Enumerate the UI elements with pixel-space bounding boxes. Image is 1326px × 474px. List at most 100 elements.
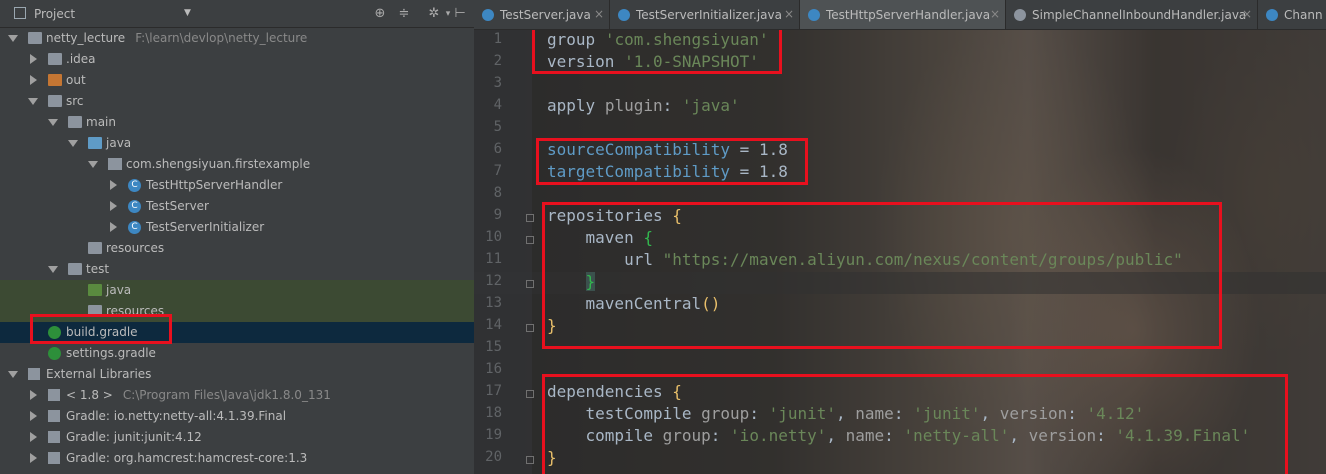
- expand-arrow-icon[interactable]: [48, 119, 58, 126]
- expand-arrow-icon[interactable]: [28, 98, 38, 105]
- line-number-gutter: 1 2 3 4 5 6 7 8 9 10 11 12 13 14 15 16 1…: [474, 30, 532, 474]
- tab-simplechannelinboundhandler[interactable]: SimpleChannelInboundHandler.java ×: [1006, 0, 1258, 29]
- jdk-icon: [48, 389, 60, 401]
- tree-item-external-libraries[interactable]: External Libraries: [0, 364, 474, 385]
- collapse-arrow-icon[interactable]: [30, 75, 37, 85]
- class-icon: [1014, 9, 1026, 21]
- library-icon: [48, 452, 60, 464]
- class-icon: [482, 9, 494, 21]
- project-panel-title[interactable]: Project: [34, 7, 75, 21]
- test-folder-icon: [88, 284, 102, 296]
- fold-marker-icon[interactable]: [526, 214, 534, 222]
- class-icon: [808, 9, 820, 21]
- tab-label: SimpleChannelInboundHandler.java: [1032, 8, 1247, 22]
- library-icon: [48, 431, 60, 443]
- tree-item-testserverinitializer[interactable]: C TestServerInitializer: [0, 217, 474, 238]
- gradle-icon: [48, 326, 61, 339]
- close-icon[interactable]: ×: [784, 7, 794, 21]
- tree-item-main-java[interactable]: java: [0, 133, 474, 154]
- tree-item-label: src: [66, 94, 84, 108]
- tree-item-test-resources[interactable]: resources: [0, 301, 474, 322]
- expand-arrow-icon[interactable]: [48, 266, 58, 273]
- tab-chann[interactable]: Chann: [1258, 0, 1326, 29]
- tree-item-package[interactable]: com.shengsiyuan.firstexample: [0, 154, 474, 175]
- line-number: 15: [485, 339, 502, 355]
- tree-item-test-java[interactable]: java: [0, 280, 474, 301]
- tab-label: TestServerInitializer.java: [636, 8, 782, 22]
- locate-icon[interactable]: ⊕: [372, 6, 388, 22]
- tree-item-label: TestHttpServerHandler: [146, 178, 283, 192]
- fold-marker-icon[interactable]: [526, 324, 534, 332]
- line-number: 14: [485, 317, 502, 333]
- expand-arrow-icon[interactable]: [88, 161, 98, 168]
- tree-item-build-gradle[interactable]: build.gradle: [0, 322, 474, 343]
- code-line-9: repositories {: [547, 206, 682, 225]
- fold-marker-icon[interactable]: [526, 456, 534, 464]
- tree-item-main[interactable]: main: [0, 112, 474, 133]
- tree-item-label: netty_lecture: [46, 31, 126, 45]
- tree-item-label: test: [86, 262, 110, 276]
- code-line-17: dependencies {: [547, 382, 682, 401]
- code-line-11: url "https://maven.aliyun.com/nexus/cont…: [624, 250, 1183, 269]
- close-icon[interactable]: ×: [594, 7, 604, 21]
- code-editor[interactable]: 1 2 3 4 5 6 7 8 9 10 11 12 13 14 15 16 1…: [474, 30, 1326, 474]
- tree-item-idea[interactable]: .idea: [0, 49, 474, 70]
- tree-item-jdk[interactable]: < 1.8 > C:\Program Files\Java\jdk1.8.0_13…: [0, 385, 474, 406]
- editor-tab-bar: TestServer.java × TestServerInitializer.…: [474, 0, 1326, 30]
- folder-icon: [68, 116, 82, 128]
- collapse-arrow-icon[interactable]: [110, 180, 117, 190]
- tree-item-lib-hamcrest[interactable]: Gradle: org.hamcrest:hamcrest-core:1.3: [0, 448, 474, 469]
- tree-item-label: build.gradle: [66, 325, 138, 339]
- tree-item-settings-gradle[interactable]: settings.gradle: [0, 343, 474, 364]
- view-dropdown-icon[interactable]: ▼: [184, 8, 191, 18]
- folder-orange-icon: [48, 74, 62, 86]
- tree-item-label: TestServerInitializer: [146, 220, 265, 234]
- line-number: 4: [493, 97, 502, 113]
- tree-item-src[interactable]: src: [0, 91, 474, 112]
- collapse-arrow-icon[interactable]: [30, 453, 37, 463]
- line-number: 19: [485, 427, 502, 443]
- fold-marker-icon[interactable]: [526, 236, 534, 244]
- tree-item-test[interactable]: test: [0, 259, 474, 280]
- line-number: 5: [493, 119, 502, 135]
- current-line-highlight: [474, 272, 1326, 294]
- tree-item-testserver[interactable]: C TestServer: [0, 196, 474, 217]
- library-icon: [48, 410, 60, 422]
- line-number: 3: [493, 75, 502, 91]
- collapse-arrow-icon[interactable]: [30, 432, 37, 442]
- tab-testserver[interactable]: TestServer.java ×: [474, 0, 610, 29]
- gradle-icon: [48, 347, 61, 360]
- line-number: 8: [493, 185, 502, 201]
- expand-arrow-icon[interactable]: [68, 140, 78, 147]
- tab-testhttpserverhandler[interactable]: TestHttpServerHandler.java ×: [800, 0, 1006, 29]
- collapse-arrow-icon[interactable]: [110, 201, 117, 211]
- close-icon[interactable]: ×: [990, 7, 1000, 21]
- tab-label: Chann: [1284, 8, 1323, 22]
- collapse-arrow-icon[interactable]: [30, 411, 37, 421]
- expand-arrow-icon[interactable]: [8, 371, 18, 378]
- collapse-all-icon[interactable]: ≑: [396, 6, 412, 22]
- code-line-12: }: [585, 272, 596, 291]
- tree-item-lib-netty[interactable]: Gradle: io.netty:netty-all:4.1.39.Final: [0, 406, 474, 427]
- project-tool-window: Project ▼ ⊕ ≑ ✲ ▾ ⊢ netty_lecture F:\lear…: [0, 0, 474, 474]
- fold-marker-icon[interactable]: [526, 280, 534, 288]
- tree-item-netty-lecture[interactable]: netty_lecture F:\learn\devlop\netty_lectu…: [0, 28, 474, 49]
- fold-marker-icon[interactable]: [526, 390, 534, 398]
- collapse-arrow-icon[interactable]: [30, 54, 37, 64]
- tree-item-main-resources[interactable]: resources: [0, 238, 474, 259]
- tree-item-out[interactable]: out: [0, 70, 474, 91]
- collapse-arrow-icon[interactable]: [110, 222, 117, 232]
- class-icon: C: [128, 179, 141, 192]
- expand-arrow-icon[interactable]: [8, 35, 18, 42]
- resources-folder-icon: [88, 242, 102, 254]
- hide-panel-icon[interactable]: ⊢: [452, 6, 468, 22]
- collapse-arrow-icon[interactable]: [30, 390, 37, 400]
- library-icon: [28, 368, 40, 380]
- line-number: 18: [485, 405, 502, 421]
- line-number: 13: [485, 295, 502, 311]
- close-icon[interactable]: ×: [1242, 7, 1252, 21]
- tree-item-lib-junit[interactable]: Gradle: junit:junit:4.12: [0, 427, 474, 448]
- resources-folder-icon: [88, 305, 102, 317]
- tree-item-testhttpserverhandler[interactable]: C TestHttpServerHandler: [0, 175, 474, 196]
- tab-testserverinitializer[interactable]: TestServerInitializer.java ×: [610, 0, 800, 29]
